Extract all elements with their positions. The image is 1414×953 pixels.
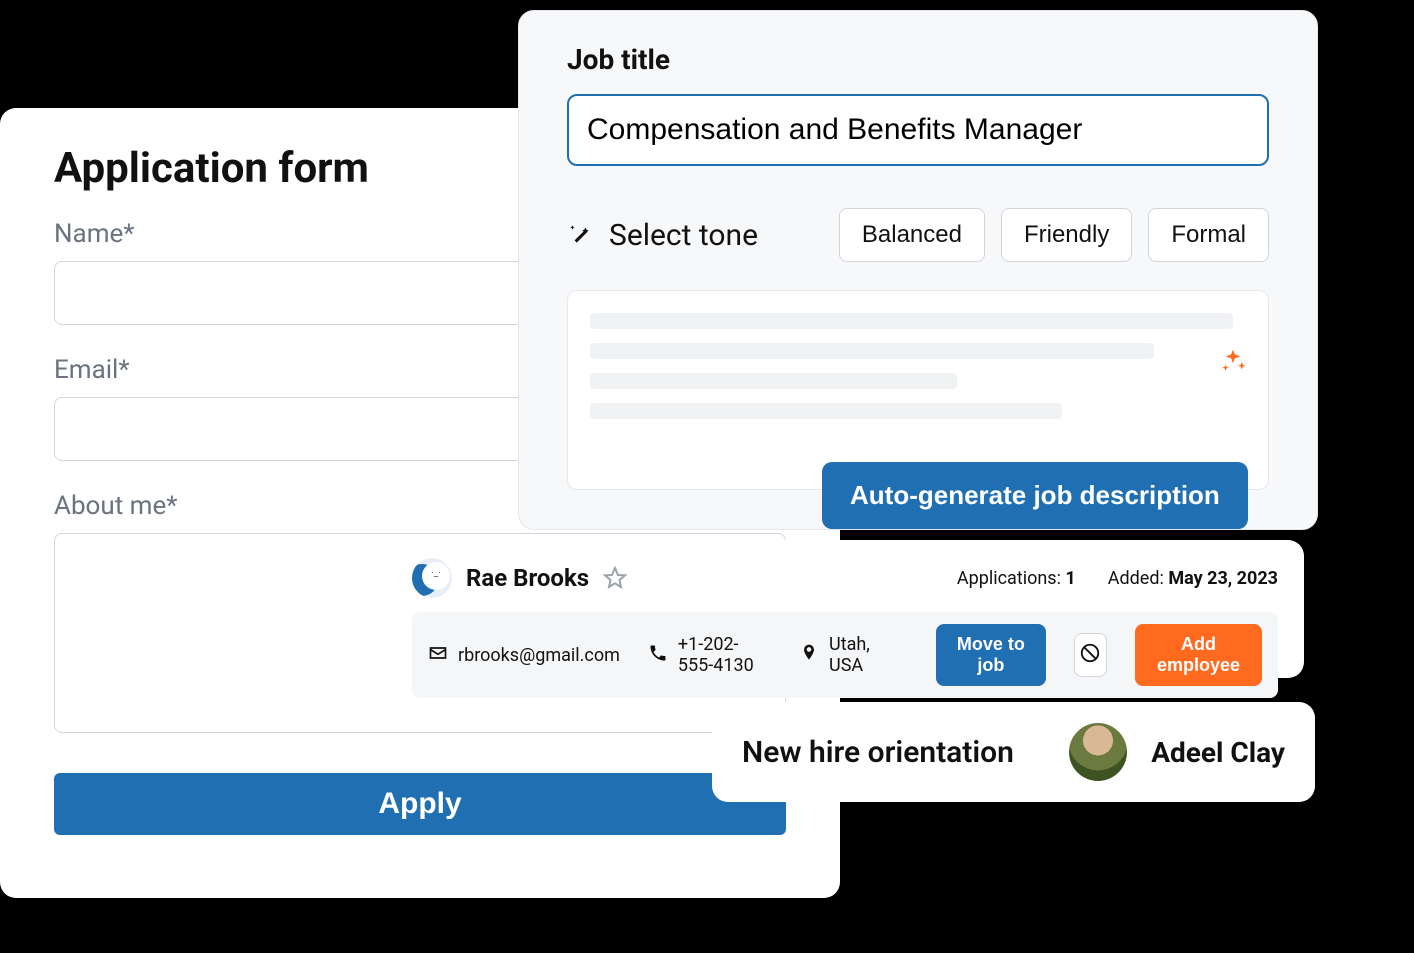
job-title-input[interactable]: [567, 94, 1269, 166]
placeholder-line: [590, 343, 1154, 359]
candidate-phone-text: +1-202-555-4130: [678, 634, 771, 676]
star-icon[interactable]: [603, 566, 627, 590]
placeholder-line: [590, 373, 957, 389]
map-pin-icon: [799, 643, 819, 668]
sparkles-icon: [1218, 347, 1248, 377]
phone-icon: [648, 643, 668, 668]
job-description-panel: Job title Select tone Balanced Friendly …: [518, 10, 1318, 530]
candidate-header: Rae Brooks Applications: 1 Added: May 23…: [412, 558, 1278, 598]
block-icon: [1079, 642, 1101, 669]
magic-wand-icon: [567, 222, 593, 248]
added-label: Added:: [1108, 568, 1169, 589]
candidate-email: rbrooks@gmail.com: [428, 643, 620, 668]
block-button[interactable]: [1074, 633, 1107, 677]
auto-generate-button[interactable]: Auto-generate job description: [822, 462, 1248, 529]
placeholder-line: [590, 313, 1233, 329]
candidate-name: Rae Brooks: [466, 564, 589, 592]
move-to-job-button[interactable]: Move to job: [936, 624, 1046, 686]
applications-value: 1: [1065, 568, 1075, 589]
tone-row: Select tone Balanced Friendly Formal: [567, 208, 1269, 262]
add-employee-button[interactable]: Add employee: [1135, 624, 1262, 686]
candidate-location: Utah, USA: [799, 634, 880, 676]
tone-formal-button[interactable]: Formal: [1148, 208, 1269, 262]
applications-label: Applications:: [957, 568, 1066, 589]
job-title-label: Job title: [567, 43, 1269, 76]
orientation-title: New hire orientation: [742, 735, 1045, 770]
candidate-phone: +1-202-555-4130: [648, 634, 771, 676]
added-value: May 23, 2023: [1168, 568, 1278, 589]
candidate-avatar: [412, 558, 452, 598]
candidate-email-text: rbrooks@gmail.com: [458, 645, 620, 666]
apply-button[interactable]: Apply: [54, 773, 786, 835]
orientation-name: Adeel Clay: [1151, 736, 1285, 769]
select-tone-label: Select tone: [609, 218, 823, 253]
candidate-card: Rae Brooks Applications: 1 Added: May 23…: [386, 540, 1304, 678]
mail-icon: [428, 643, 448, 668]
candidate-location-text: Utah, USA: [829, 634, 880, 676]
orientation-avatar: [1069, 723, 1127, 781]
orientation-card: New hire orientation Adeel Clay: [712, 702, 1315, 802]
candidate-info-bar: rbrooks@gmail.com +1-202-555-4130 Utah, …: [412, 612, 1278, 698]
candidate-meta: Applications: 1 Added: May 23, 2023: [957, 568, 1278, 589]
placeholder-line: [590, 403, 1062, 419]
job-description-placeholder: [567, 290, 1269, 490]
tone-friendly-button[interactable]: Friendly: [1001, 208, 1132, 262]
tone-balanced-button[interactable]: Balanced: [839, 208, 985, 262]
